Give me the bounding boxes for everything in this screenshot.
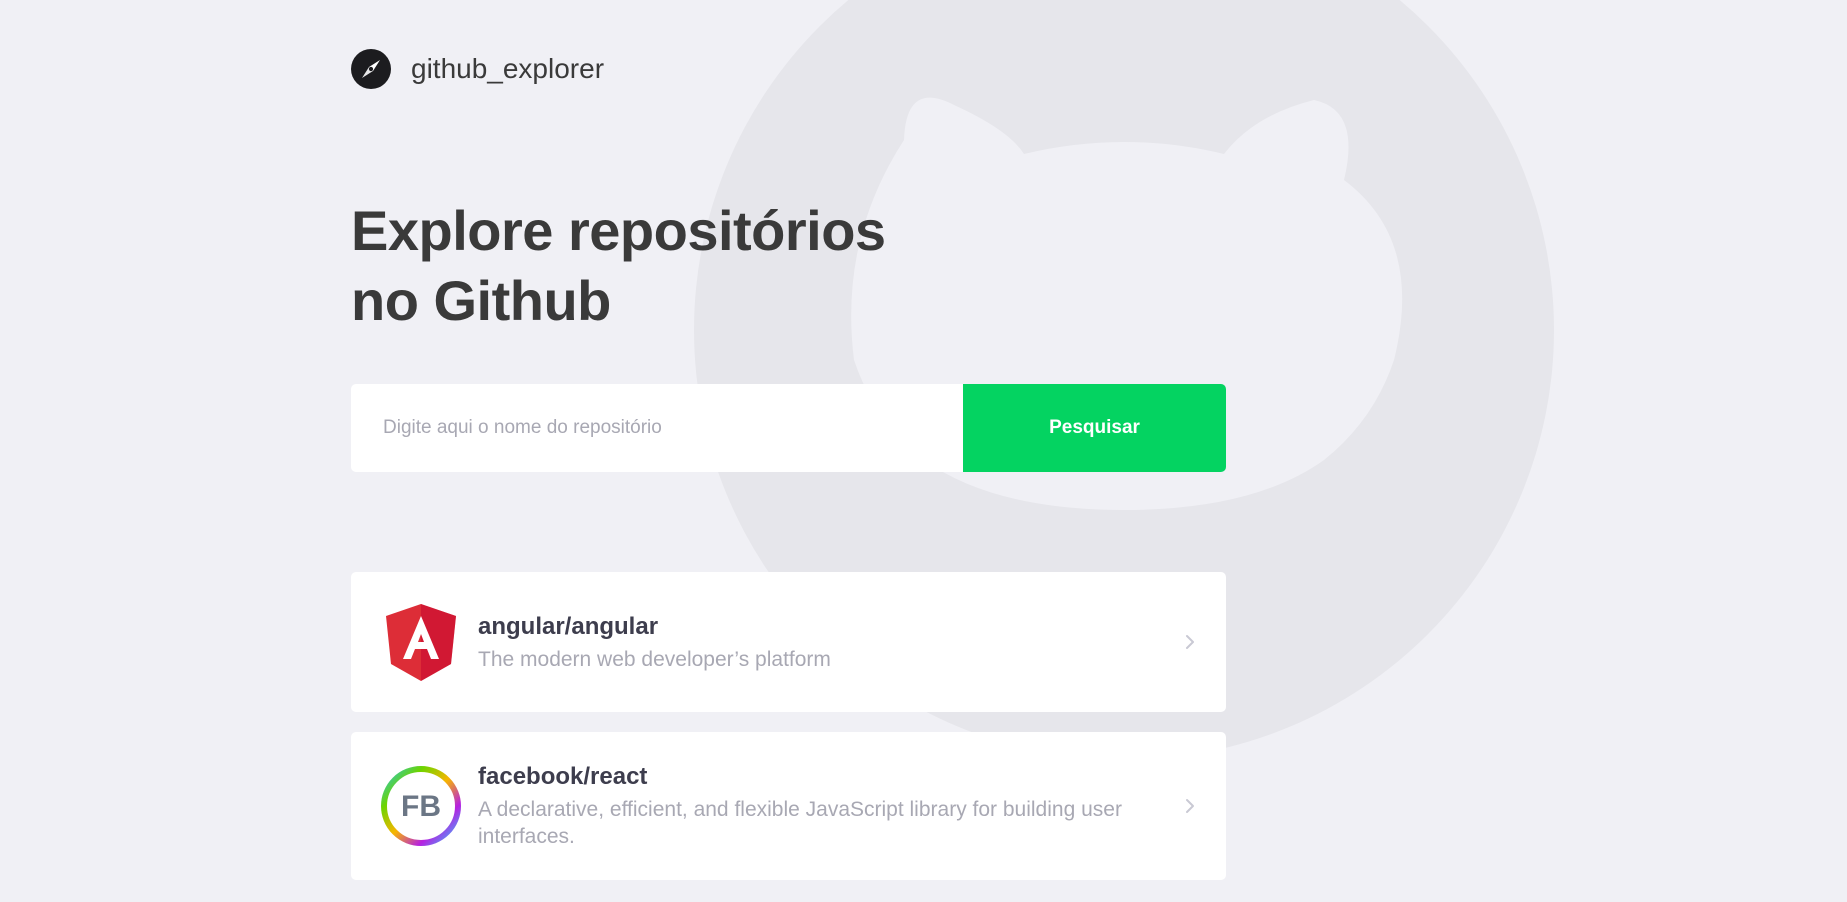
chevron-right-icon — [1186, 799, 1194, 813]
repository-info: angular/angular The modern web developer… — [478, 612, 1178, 673]
compass-logo-icon — [351, 49, 391, 89]
repository-name: facebook/react — [478, 763, 648, 790]
repository-search-form: Pesquisar — [351, 384, 1226, 472]
repository-description: The modern web developer’s platform — [478, 647, 831, 671]
repository-search-input[interactable] — [351, 384, 963, 472]
page-title: Explore repositórios no Github — [351, 196, 971, 336]
chevron-right-icon — [1186, 635, 1194, 649]
facebook-avatar-label: FB — [401, 790, 441, 823]
brand-name: github_explorer — [411, 53, 605, 84]
page-title-line-2: no Github — [351, 269, 611, 332]
brand[interactable]: github_explorer — [351, 49, 604, 89]
facebook-avatar-icon: FB — [381, 766, 461, 846]
repository-card-angular[interactable]: angular/angular The modern web developer… — [351, 572, 1226, 712]
repository-name: angular/angular — [478, 612, 659, 640]
repository-info: facebook/react A declarative, efficient,… — [478, 762, 1178, 850]
repository-description: A declarative, efficient, and flexible J… — [478, 798, 1122, 848]
angular-logo-icon — [386, 604, 456, 681]
page-title-line-1: Explore repositórios — [351, 199, 886, 262]
search-button[interactable]: Pesquisar — [963, 384, 1226, 472]
repository-card-react[interactable]: FB facebook/react A declarative, efficie… — [351, 732, 1226, 880]
